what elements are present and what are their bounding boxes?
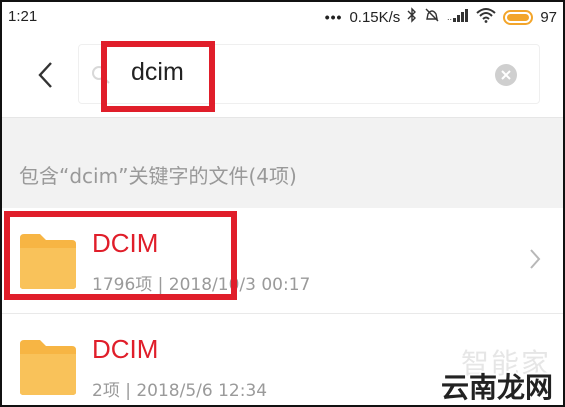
bluetooth-icon bbox=[407, 7, 417, 27]
network-speed: 0.15K/s bbox=[349, 8, 401, 26]
result-highlight-box bbox=[4, 211, 237, 300]
folder-icon bbox=[20, 340, 76, 395]
battery-icon bbox=[503, 9, 534, 25]
back-button[interactable] bbox=[28, 58, 62, 92]
results-count-label: 包含“dcim”关键字的文件(4项) bbox=[19, 164, 297, 188]
status-icons: ••• 0.15K/s .. 97 bbox=[325, 7, 557, 27]
battery-level: 97 bbox=[540, 8, 557, 26]
status-time: 1:21 bbox=[8, 8, 38, 25]
wifi-icon bbox=[476, 7, 496, 27]
signal-icon: .. bbox=[447, 8, 469, 26]
watermark: 云南龙网 bbox=[440, 371, 553, 404]
phone-screen: 1:21 ••• 0.15K/s .. 97 dcim 包含“dcim”关键字的… bbox=[0, 0, 565, 407]
close-icon bbox=[501, 70, 511, 80]
clear-search-button[interactable] bbox=[495, 64, 517, 86]
result-meta: 2项 | 2018/5/6 12:34 bbox=[92, 381, 268, 401]
back-arrow-icon bbox=[38, 62, 52, 88]
mute-icon bbox=[424, 7, 440, 27]
result-name: DCIM bbox=[92, 334, 159, 364]
notification-dots: ••• bbox=[324, 9, 343, 25]
chevron-right-icon bbox=[530, 249, 541, 269]
search-highlight-box bbox=[101, 41, 215, 112]
status-bar: 1:21 ••• 0.15K/s .. 97 bbox=[2, 2, 563, 32]
search-header: dcim bbox=[2, 32, 563, 118]
results-section-header: 包含“dcim”关键字的文件(4项) bbox=[2, 118, 563, 208]
svg-text:..: .. bbox=[447, 13, 452, 22]
